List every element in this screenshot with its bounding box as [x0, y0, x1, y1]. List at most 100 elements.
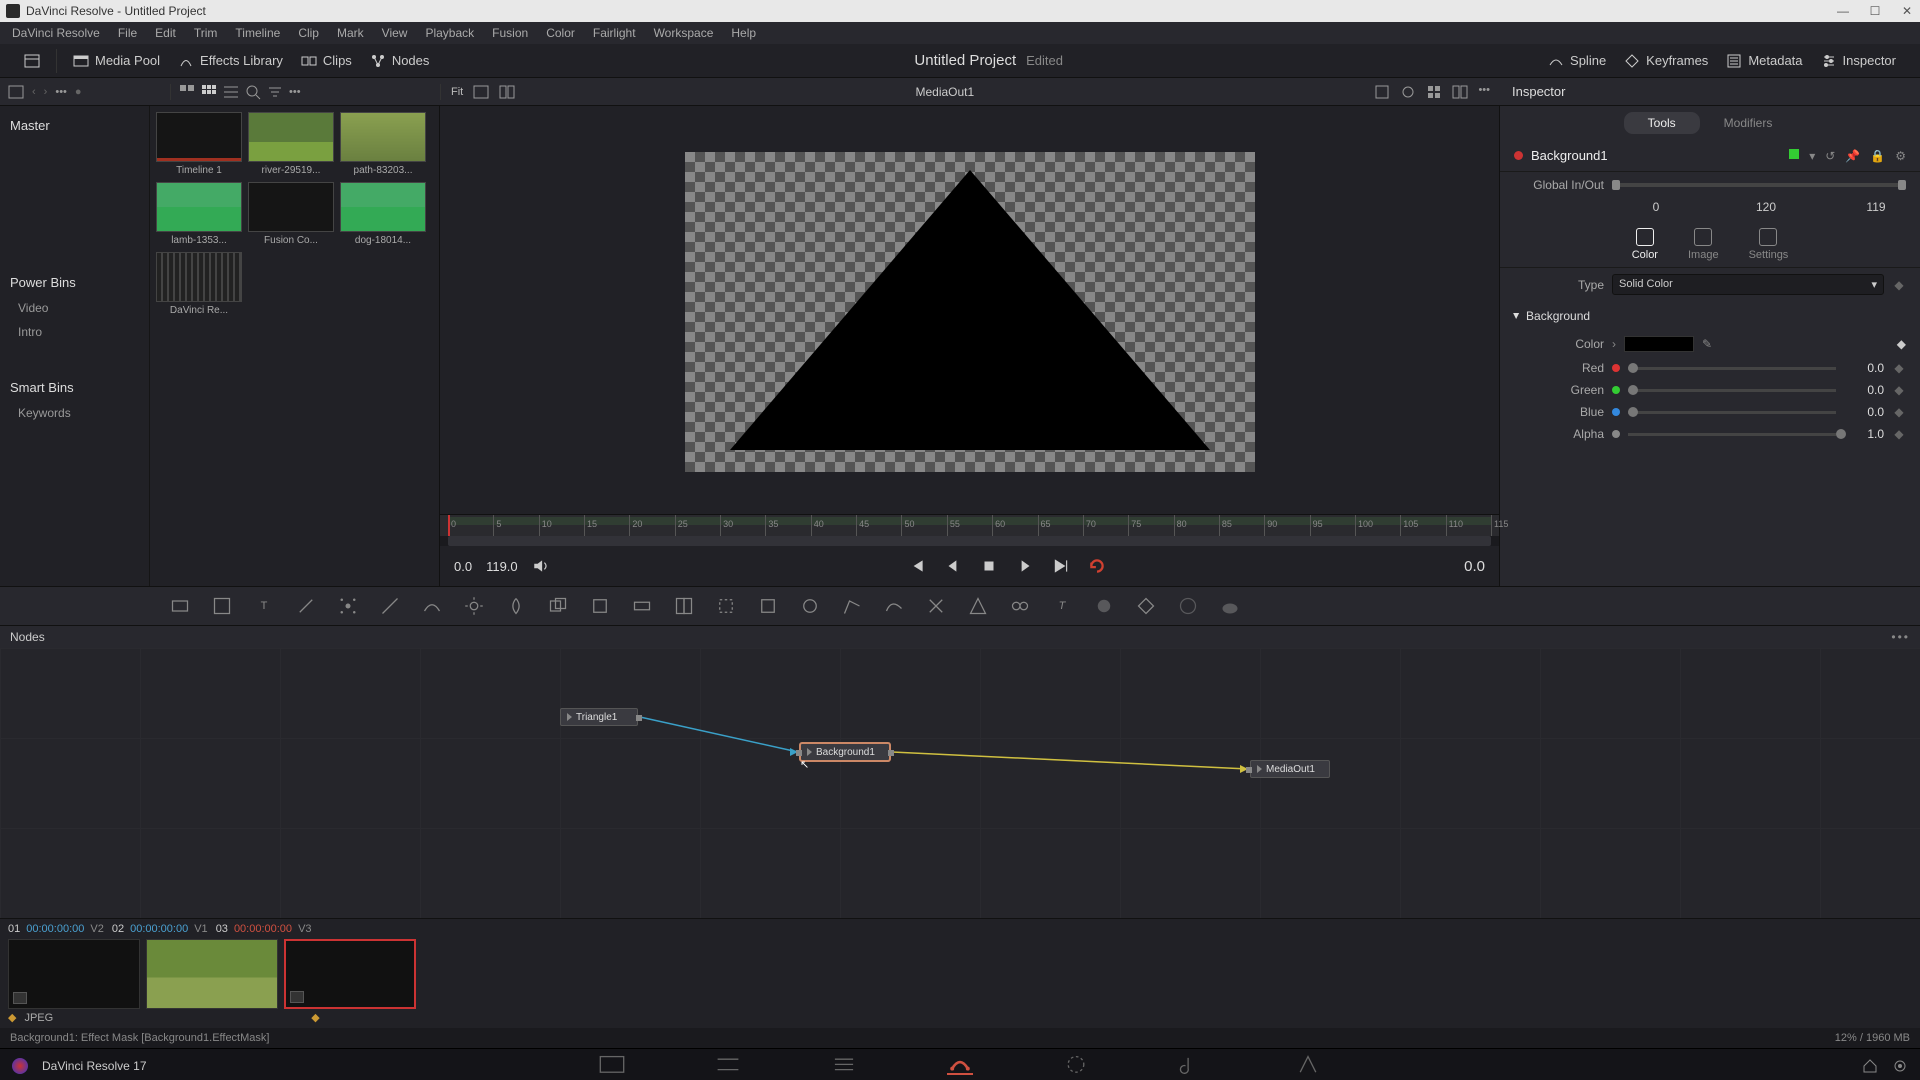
time-scrollbar[interactable]: [448, 536, 1491, 546]
more-icon[interactable]: •••: [55, 86, 67, 98]
menu-item[interactable]: Workspace: [646, 26, 722, 40]
menu-item[interactable]: Edit: [147, 26, 184, 40]
modifiers-tab[interactable]: Modifiers: [1700, 112, 1797, 134]
edit-page-tab[interactable]: [831, 1055, 857, 1075]
keyframe-diamond-icon[interactable]: ◆: [1897, 337, 1906, 351]
tool-icon[interactable]: [212, 596, 232, 616]
bin-item[interactable]: Video: [0, 296, 149, 320]
menu-item[interactable]: View: [374, 26, 416, 40]
effects-library-button[interactable]: Effects Library: [172, 49, 289, 73]
pin-icon[interactable]: 📌: [1845, 149, 1860, 163]
playhead[interactable]: [448, 515, 450, 536]
tool-icon[interactable]: [1010, 596, 1030, 616]
text3d-tool-icon[interactable]: T: [1052, 596, 1072, 616]
power-bins-header[interactable]: Power Bins: [0, 269, 149, 296]
play-button[interactable]: [1016, 557, 1034, 575]
reset-icon[interactable]: ↺: [1825, 149, 1835, 163]
clip-thumbnail[interactable]: [284, 939, 416, 1009]
tool-icon[interactable]: [632, 596, 652, 616]
first-frame-button[interactable]: [908, 557, 926, 575]
node-mediaout[interactable]: MediaOut1: [1250, 760, 1330, 778]
inspector-button[interactable]: Inspector: [1815, 49, 1902, 73]
thumb-view-icon[interactable]: [179, 84, 195, 100]
menu-item[interactable]: Fairlight: [585, 26, 644, 40]
blur-tool-icon[interactable]: [506, 596, 526, 616]
keyframes-button[interactable]: Keyframes: [1618, 49, 1714, 73]
tool-icon[interactable]: [380, 596, 400, 616]
menu-item[interactable]: DaVinci Resolve: [4, 26, 108, 40]
lock-icon[interactable]: 🔒: [1870, 149, 1885, 163]
media-clip[interactable]: dog-18014...: [340, 182, 426, 246]
settings-icon[interactable]: ⚙: [1895, 149, 1906, 163]
bin-item[interactable]: Keywords: [0, 401, 149, 425]
smart-bins-header[interactable]: Smart Bins: [0, 374, 149, 401]
spline-button[interactable]: Spline: [1542, 49, 1612, 73]
keyframe-diamond-icon[interactable]: ◆: [1892, 427, 1906, 441]
rectangle-mask-icon[interactable]: [758, 596, 778, 616]
step-back-button[interactable]: [944, 557, 962, 575]
chevron-down-icon[interactable]: ▾: [1809, 149, 1815, 163]
node-enable-dot[interactable]: [1514, 151, 1523, 160]
image-tab[interactable]: Image: [1688, 228, 1719, 261]
nodes-button[interactable]: Nodes: [364, 49, 436, 73]
tool-icon[interactable]: [548, 596, 568, 616]
viewer-canvas[interactable]: [440, 106, 1499, 514]
chevron-left-icon[interactable]: ‹: [32, 86, 36, 98]
fit-label[interactable]: Fit: [451, 86, 463, 98]
time-ruler[interactable]: 0510152025303540455055606570758085909510…: [440, 514, 1499, 536]
color-page-tab[interactable]: [1063, 1055, 1089, 1075]
menu-item[interactable]: Timeline: [227, 26, 288, 40]
menu-item[interactable]: Trim: [186, 26, 226, 40]
clips-button[interactable]: Clips: [295, 49, 358, 73]
bin-view-icon[interactable]: [8, 84, 24, 100]
node-background[interactable]: Background1: [800, 743, 890, 761]
more-icon[interactable]: •••: [1478, 84, 1490, 100]
viewer-split-icon[interactable]: [499, 84, 515, 100]
bspline-mask-icon[interactable]: [884, 596, 904, 616]
master-bin[interactable]: Master: [0, 112, 149, 139]
menu-item[interactable]: Playback: [417, 26, 482, 40]
tool-icon[interactable]: [716, 596, 736, 616]
viewer-opt-icon[interactable]: [1400, 84, 1416, 100]
loop-button[interactable]: [1088, 557, 1106, 575]
background-section[interactable]: ▸Background: [1500, 301, 1920, 331]
channel-slider[interactable]: [1628, 433, 1836, 436]
menu-item[interactable]: Mark: [329, 26, 372, 40]
maximize-button[interactable]: ☐: [1868, 4, 1882, 18]
paint-tool-icon[interactable]: [296, 596, 316, 616]
home-icon[interactable]: [1862, 1058, 1878, 1074]
tool-icon[interactable]: [422, 596, 442, 616]
clip-thumbnail[interactable]: [146, 939, 278, 1009]
list-view-icon[interactable]: [223, 84, 239, 100]
channel-slider[interactable]: [1628, 411, 1836, 414]
tracker-tool-icon[interactable]: [338, 596, 358, 616]
tool-icon[interactable]: [674, 596, 694, 616]
text-tool-icon[interactable]: T: [254, 596, 274, 616]
channel-slider[interactable]: [1628, 367, 1836, 370]
keyframe-diamond-icon[interactable]: ◆: [1892, 278, 1906, 292]
tool-icon[interactable]: [1136, 596, 1156, 616]
stop-button[interactable]: [980, 557, 998, 575]
keyframe-diamond-icon[interactable]: ◆: [1892, 361, 1906, 375]
channel-slider[interactable]: [1628, 389, 1836, 392]
eyedropper-icon[interactable]: ✎: [1702, 337, 1712, 351]
color-tab[interactable]: Color: [1632, 228, 1658, 261]
deliver-page-tab[interactable]: [1295, 1055, 1321, 1075]
polygon-mask-icon[interactable]: [842, 596, 862, 616]
last-frame-button[interactable]: [1052, 557, 1070, 575]
library-toggle-button[interactable]: [18, 49, 46, 73]
viewer-opt-icon[interactable]: [1426, 84, 1442, 100]
node-graph[interactable]: Triangle1 Background1 MediaOut1 ↖: [0, 648, 1920, 918]
menu-item[interactable]: File: [110, 26, 145, 40]
type-select[interactable]: Solid Color ▾: [1612, 274, 1884, 295]
more-icon[interactable]: •••: [289, 86, 301, 98]
menu-item[interactable]: Color: [538, 26, 583, 40]
media-clip[interactable]: Timeline 1: [156, 112, 242, 176]
more-icon[interactable]: •••: [1891, 630, 1910, 644]
keyframe-diamond-icon[interactable]: ◆: [1892, 383, 1906, 397]
menu-item[interactable]: Fusion: [484, 26, 536, 40]
tool-icon[interactable]: [170, 596, 190, 616]
media-clip[interactable]: Fusion Co...: [248, 182, 334, 246]
fusion-page-tab[interactable]: [947, 1055, 973, 1075]
settings-tab[interactable]: Settings: [1749, 228, 1789, 261]
